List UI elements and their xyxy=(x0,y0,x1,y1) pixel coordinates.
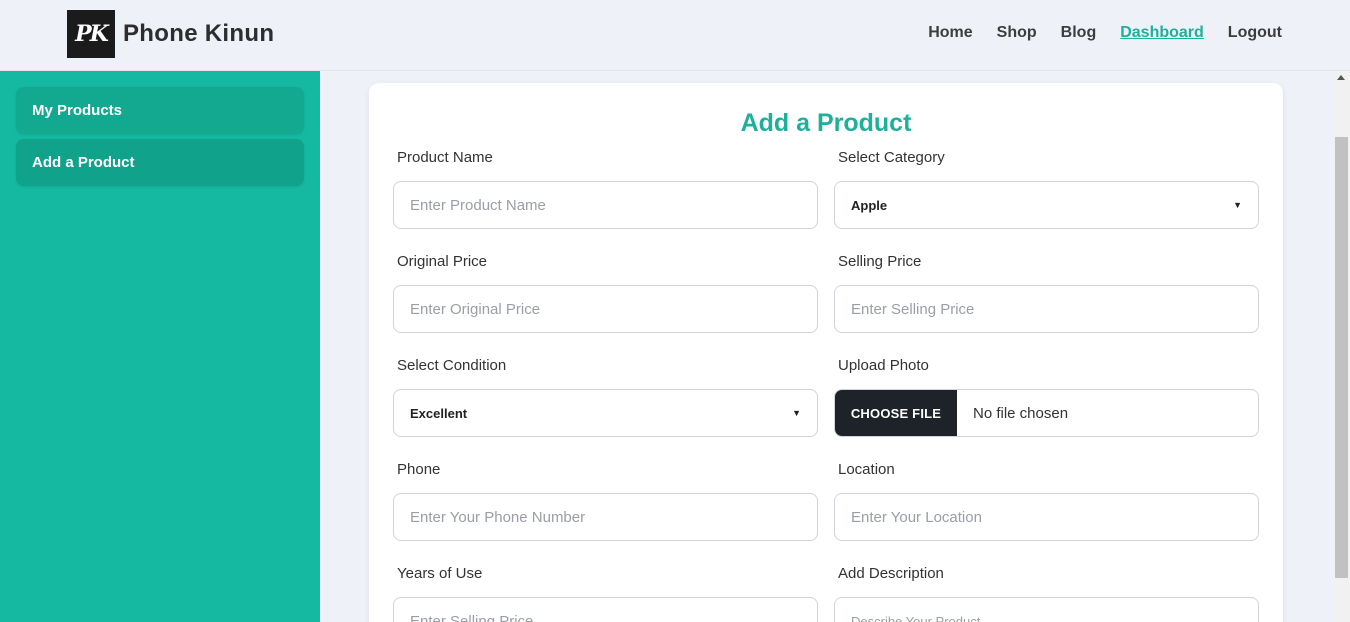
choose-file-button[interactable]: CHOOSE FILE xyxy=(835,390,957,436)
brand-logo: PK xyxy=(67,10,115,58)
category-label: Select Category xyxy=(838,149,945,166)
add-product-card: Add a Product Product Name Select Catego… xyxy=(369,83,1283,622)
category-value: Apple xyxy=(851,197,888,213)
upload-photo-field: Upload Photo CHOOSE FILE No file chosen xyxy=(834,357,1259,437)
file-status: No file chosen xyxy=(973,404,1069,422)
sidebar-item-my-products[interactable]: My Products xyxy=(16,87,304,134)
selling-price-field: Selling Price xyxy=(834,253,1259,333)
main-content: Add a Product Product Name Select Catego… xyxy=(320,71,1333,622)
location-label: Location xyxy=(838,461,895,478)
nav-logout[interactable]: Logout xyxy=(1228,24,1282,42)
scroll-thumb[interactable] xyxy=(1335,137,1348,578)
nav-blog[interactable]: Blog xyxy=(1061,24,1097,42)
chevron-down-icon: ▼ xyxy=(1233,200,1242,210)
description-field: Add Description xyxy=(834,565,1259,622)
phone-label: Phone xyxy=(397,461,441,478)
condition-select[interactable]: Excellent ▼ xyxy=(393,389,818,437)
product-name-label: Product Name xyxy=(397,149,493,166)
phone-input[interactable] xyxy=(393,493,818,541)
description-input[interactable] xyxy=(834,597,1259,622)
product-name-field: Product Name xyxy=(393,149,818,229)
navbar: PK Phone Kinun Home Shop Blog Dashboard … xyxy=(0,0,1350,71)
category-select[interactable]: Apple ▼ xyxy=(834,181,1259,229)
condition-field: Select Condition Excellent ▼ xyxy=(393,357,818,437)
nav-links: Home Shop Blog Dashboard Logout xyxy=(928,24,1282,42)
chevron-down-icon: ▼ xyxy=(792,408,801,418)
brand[interactable]: PK Phone Kinun xyxy=(67,10,274,58)
nav-dashboard[interactable]: Dashboard xyxy=(1120,24,1204,42)
nav-home[interactable]: Home xyxy=(928,24,972,42)
scroll-up-arrow-icon[interactable] xyxy=(1337,75,1345,80)
selling-price-label: Selling Price xyxy=(838,253,922,270)
years-of-use-field: Years of Use xyxy=(393,565,818,622)
nav-shop[interactable]: Shop xyxy=(997,24,1037,42)
original-price-field: Original Price xyxy=(393,253,818,333)
sidebar: My Products Add a Product xyxy=(0,71,320,622)
phone-field: Phone xyxy=(393,461,818,541)
file-input[interactable]: CHOOSE FILE No file chosen xyxy=(834,389,1259,437)
upload-photo-label: Upload Photo xyxy=(838,357,929,374)
location-field: Location xyxy=(834,461,1259,541)
original-price-input[interactable] xyxy=(393,285,818,333)
product-name-input[interactable] xyxy=(393,181,818,229)
selling-price-input[interactable] xyxy=(834,285,1259,333)
original-price-label: Original Price xyxy=(397,253,488,270)
years-of-use-label: Years of Use xyxy=(397,565,483,582)
brand-name: Phone Kinun xyxy=(123,20,275,47)
description-label: Add Description xyxy=(838,565,944,582)
years-of-use-input[interactable] xyxy=(393,597,818,622)
vertical-scrollbar[interactable] xyxy=(1333,71,1350,622)
condition-value: Excellent xyxy=(410,405,468,421)
sidebar-item-add-product[interactable]: Add a Product xyxy=(16,139,304,186)
condition-label: Select Condition xyxy=(397,357,507,374)
category-field: Select Category Apple ▼ xyxy=(834,149,1259,229)
page-title: Add a Product xyxy=(740,109,912,137)
location-input[interactable] xyxy=(834,493,1259,541)
